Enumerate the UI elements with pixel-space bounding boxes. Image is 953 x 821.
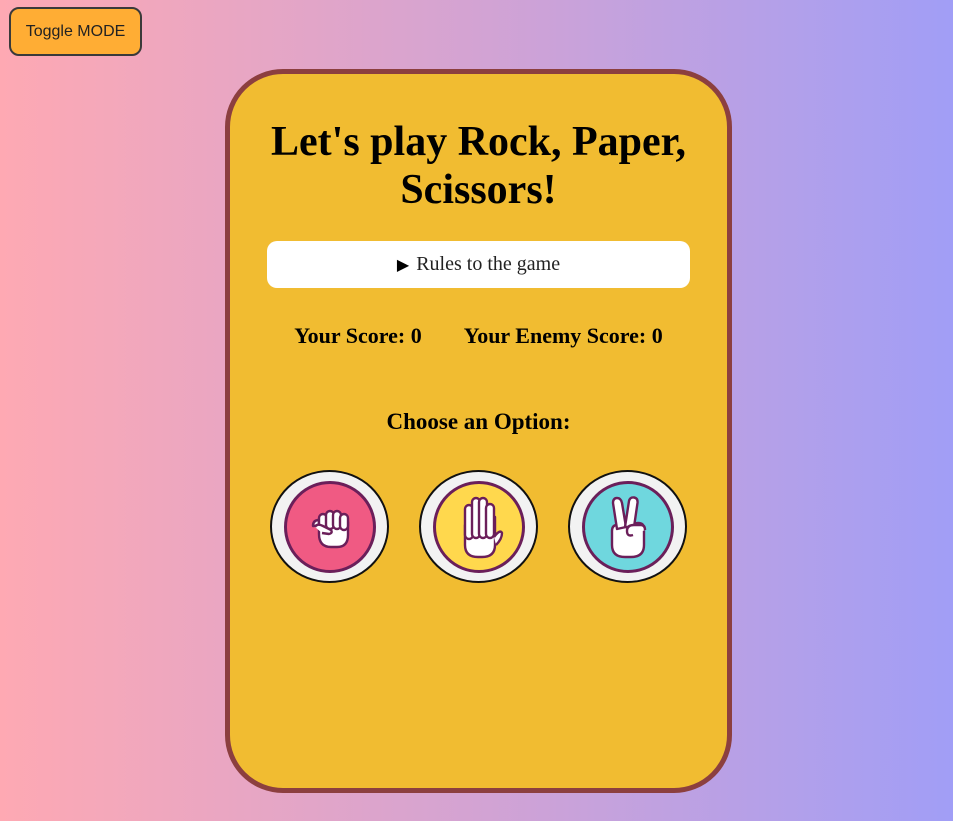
rules-label: Rules to the game — [416, 253, 561, 275]
game-card: Let's play Rock, Paper, Scissors! ▶ Rule… — [225, 69, 732, 793]
fist-icon — [311, 509, 349, 548]
game-title: Let's play Rock, Paper, Scissors! — [271, 119, 686, 213]
paper-circle — [432, 480, 525, 573]
peace-hand-icon — [610, 495, 646, 558]
rules-disclosure[interactable]: ▶ Rules to the game — [267, 241, 690, 288]
disclosure-triangle-icon: ▶ — [396, 256, 410, 274]
scissors-button[interactable] — [568, 470, 687, 583]
rock-circle — [283, 480, 376, 573]
open-hand-icon — [463, 496, 503, 558]
toggle-mode-button[interactable]: Toggle MODE — [9, 7, 142, 56]
scissors-circle — [581, 480, 674, 573]
enemy-score: Your Enemy Score: 0 — [463, 323, 663, 348]
paper-button[interactable] — [419, 470, 538, 583]
choose-option-label: Choose an Option: — [386, 409, 571, 434]
rock-button[interactable] — [270, 470, 389, 583]
your-score: Your Score: 0 — [294, 323, 422, 348]
score-board: Your Score: 0 Your Enemy Score: 0 — [230, 323, 727, 349]
